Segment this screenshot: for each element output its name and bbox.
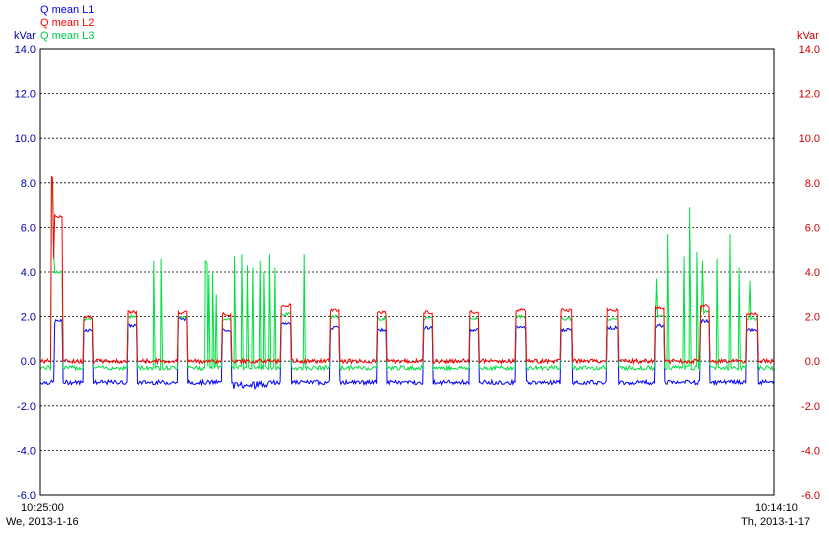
y-tick-right: -2.0 xyxy=(801,401,820,413)
y-tick-left: 8.0 xyxy=(21,178,36,190)
y-tick-left: 12.0 xyxy=(15,89,36,101)
reactive-power-chart: Q mean L1 Q mean L2 Q mean L3 kVar kVar … xyxy=(6,4,820,528)
x-start-date: We, 2013-1-16 xyxy=(6,516,79,528)
y-tick-left: 14.0 xyxy=(15,44,36,56)
y-tick-right: -6.0 xyxy=(801,490,820,502)
legend-l3: Q mean L3 xyxy=(40,30,94,42)
y-axis-left: 14.0 12.0 10.0 8.0 6.0 4.0 2.0 0.0 -2.0 -4.0 -6.0 xyxy=(15,44,36,502)
legend-l1: Q mean L1 xyxy=(40,4,94,16)
y-tick-right: 10.0 xyxy=(799,133,820,145)
y-tick-right: -4.0 xyxy=(801,445,820,457)
y-tick-right: 8.0 xyxy=(805,178,820,190)
y-unit-left: kVar xyxy=(14,30,36,42)
series-group xyxy=(39,175,775,391)
y-unit-right: kVar xyxy=(797,30,819,42)
y-tick-left: -4.0 xyxy=(17,445,36,457)
plot-frame xyxy=(39,48,775,496)
series-line-l3 xyxy=(39,180,775,372)
grid-lines xyxy=(40,93,774,451)
y-tick-left: 2.0 xyxy=(21,312,36,324)
y-tick-left: 0.0 xyxy=(21,356,36,368)
y-tick-left: -6.0 xyxy=(17,490,36,502)
y-tick-left: 10.0 xyxy=(15,133,36,145)
y-tick-right: 0.0 xyxy=(805,356,820,368)
y-tick-right: 4.0 xyxy=(805,267,820,279)
y-tick-left: 6.0 xyxy=(21,222,36,234)
y-tick-right: 14.0 xyxy=(799,44,820,56)
y-tick-right: 6.0 xyxy=(805,222,820,234)
legend-l2: Q mean L2 xyxy=(40,17,94,29)
x-end-date: Th, 2013-1-17 xyxy=(741,516,810,528)
y-tick-right: 12.0 xyxy=(799,89,820,101)
y-axis-right: 14.0 12.0 10.0 8.0 6.0 4.0 2.0 0.0 -2.0 -4.0 -6.0 xyxy=(799,44,820,502)
y-tick-left: 4.0 xyxy=(21,267,36,279)
x-start-time: 10:25:00 xyxy=(21,502,64,514)
x-end-time: 10:14:10 xyxy=(755,502,798,514)
y-tick-right: 2.0 xyxy=(805,312,820,324)
y-tick-left: -2.0 xyxy=(17,401,36,413)
